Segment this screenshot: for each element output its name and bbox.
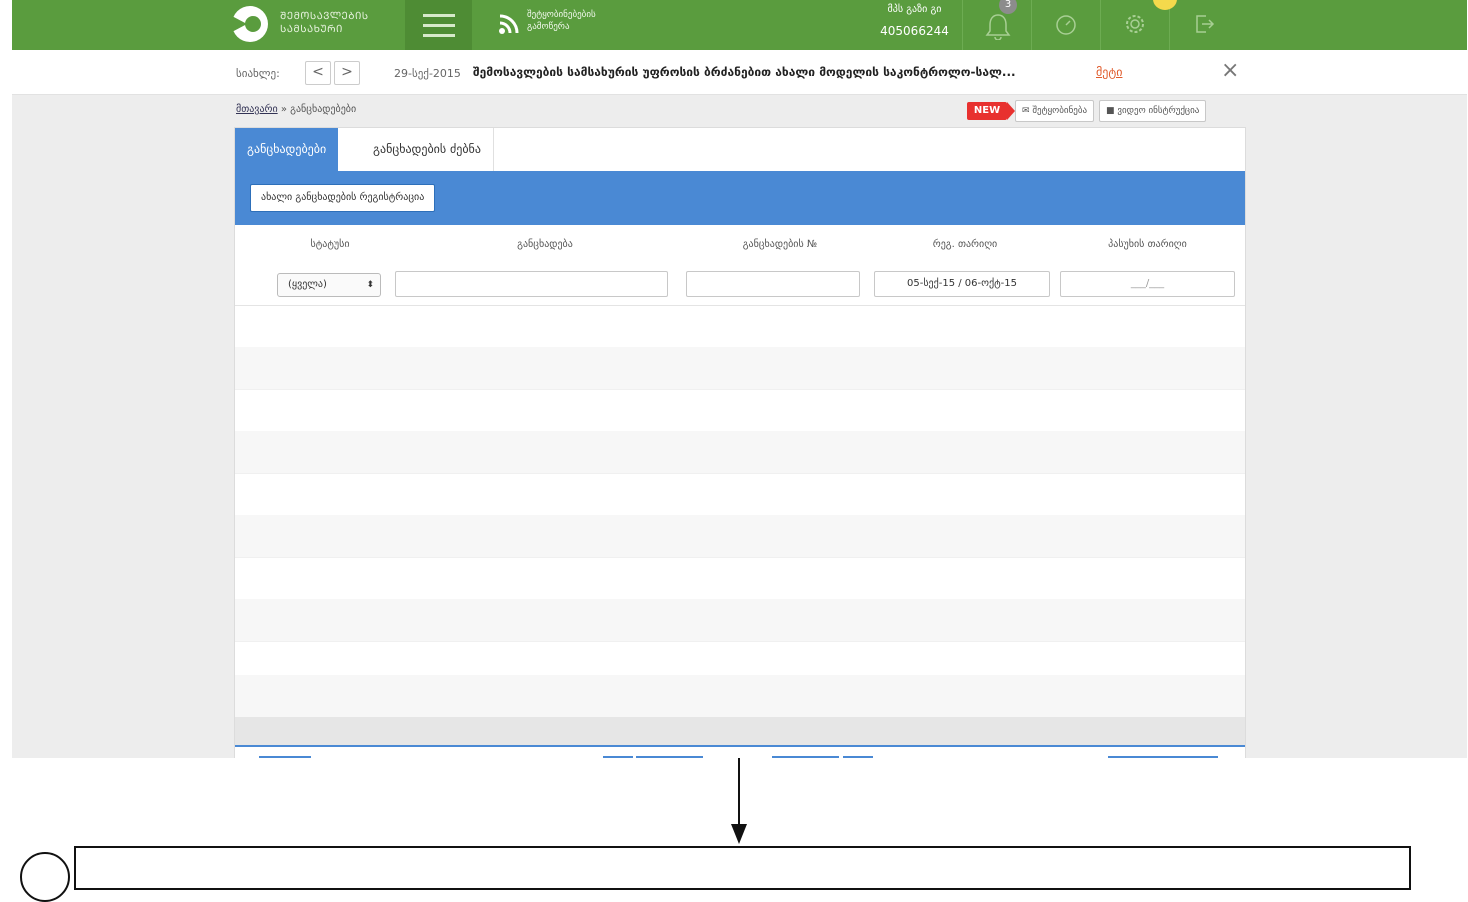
column-header-status[interactable]: სტატუსი [255, 225, 405, 265]
table-row [235, 557, 1245, 600]
pager-button[interactable] [1108, 756, 1218, 758]
tab-applications[interactable]: განცხადებები [235, 128, 339, 171]
registration-date-filter-input[interactable]: 05-სექ-15 / 06-ოქტ-15 [874, 271, 1050, 297]
table-row [235, 515, 1245, 558]
select-arrows-icon: ⬍ [366, 280, 374, 290]
user-id: 405066244 [880, 24, 949, 38]
table-header: სტატუსი განცხადება განცხადების № რეგ. თა… [235, 225, 1245, 266]
new-badge: NEW [967, 102, 1015, 120]
settings-button[interactable] [1101, 0, 1177, 50]
news-next-button[interactable]: > [334, 61, 360, 85]
news-more-link[interactable]: მეტი [1096, 65, 1122, 79]
logout-icon [1196, 15, 1215, 33]
table-row [235, 599, 1245, 642]
table-row [235, 473, 1245, 516]
hamburger-line [423, 24, 455, 27]
panel-toolbar: ახალი განცხადების რეგისტრაცია [235, 171, 1245, 225]
pager-button[interactable] [772, 756, 839, 758]
logo-icon [230, 6, 268, 42]
table-row [235, 347, 1245, 390]
pager-button[interactable] [603, 756, 633, 758]
news-prev-button[interactable]: < [305, 61, 331, 85]
logout-button[interactable] [1170, 0, 1238, 50]
rss-icon [499, 14, 519, 34]
breadcrumb: მთავარი » განცხადებები [236, 104, 356, 115]
filter-row: (ყველა) ⬍ 05-სექ-15 / 06-ოქტ-15 ___/___ [235, 265, 1245, 306]
news-ticker: სიახლე: < > 29-სექ-2015 შემოსავლების სამ… [12, 50, 1467, 95]
pager-button[interactable] [843, 756, 873, 758]
notification-count-badge: 3 [999, 0, 1017, 14]
user-info[interactable]: მპს გაზი გი 405066244 [867, 0, 963, 50]
table-footer [235, 717, 1245, 747]
breadcrumb-home-link[interactable]: მთავარი [236, 104, 278, 115]
annotation-callout-circle [20, 852, 70, 902]
new-application-register-button[interactable]: ახალი განცხადების რეგისტრაცია [250, 184, 436, 212]
table-row [235, 675, 1245, 718]
pager-button[interactable] [259, 756, 311, 758]
annotation-callout-box [74, 846, 1411, 890]
hamburger-line [423, 14, 455, 17]
news-title: შემოსავლების სამსახურის უფროსის ბრძანები… [473, 65, 1016, 79]
pager-button[interactable] [636, 756, 703, 758]
applications-panel: განცხადებები განცხადების ძებნა ახალი გან… [234, 127, 1246, 758]
rss-text-line1: შეტყობინებების [527, 10, 596, 20]
user-name: მპს გაზი გი [887, 4, 942, 15]
news-label: სიახლე: [236, 67, 280, 80]
app-window: ᲨᲔᲛᲝᲡᲐᲕᲚᲔᲑᲘᲡ ᲡᲐᲛᲡᲐᲮᲣᲠᲘ შეტყობინებების გა… [12, 0, 1467, 758]
column-header-application[interactable]: განცხადება [395, 225, 695, 265]
annotation-arrow-line [738, 758, 740, 826]
tab-bar: განცხადებები განცხადების ძებნა [235, 128, 1245, 171]
notifications-subscribe-link[interactable]: შეტყობინებების გამოწერა [497, 8, 657, 42]
status-filter-select[interactable]: (ყველა) ⬍ [277, 273, 381, 297]
bell-icon [985, 14, 1011, 40]
dashboard-button[interactable] [1032, 0, 1101, 50]
messages-button[interactable]: ✉ შეტყობინება [1015, 100, 1095, 122]
column-header-registration-date[interactable]: რეგ. თარიღი [875, 225, 1055, 265]
logo-text-line1: ᲨᲔᲛᲝᲡᲐᲕᲚᲔᲑᲘᲡ [280, 11, 369, 22]
annotation-arrow-head [731, 824, 747, 844]
hamburger-menu-button[interactable] [405, 0, 472, 50]
rss-text-line2: გამოწერა [527, 22, 570, 32]
application-number-filter-input[interactable] [686, 271, 860, 297]
speedometer-icon [1056, 15, 1076, 35]
breadcrumb-separator: » [280, 104, 287, 115]
top-navigation-bar: ᲨᲔᲛᲝᲡᲐᲕᲚᲔᲑᲘᲡ ᲡᲐᲛᲡᲐᲮᲣᲠᲘ შეტყობინებების გა… [12, 0, 1467, 50]
logo-text-line2: ᲡᲐᲛᲡᲐᲮᲣᲠᲘ [280, 24, 343, 35]
breadcrumb-current: განცხადებები [290, 104, 357, 115]
news-close-icon[interactable]: × [1221, 58, 1239, 83]
application-filter-input[interactable] [395, 271, 668, 297]
video-instructions-button[interactable]: ■ ვიდეო ინსტრუქცია [1099, 100, 1207, 122]
tab-application-search[interactable]: განცხადების ძებნა [361, 128, 494, 171]
news-date: 29-სექ-2015 [394, 67, 461, 80]
answer-date-filter-input[interactable]: ___/___ [1060, 271, 1235, 297]
rss-text: შეტყობინებების გამოწერა [527, 9, 596, 33]
column-header-application-number[interactable]: განცხადების № [685, 225, 875, 265]
table-row [235, 431, 1245, 474]
revenue-service-logo[interactable]: ᲨᲔᲛᲝᲡᲐᲕᲚᲔᲑᲘᲡ ᲡᲐᲛᲡᲐᲮᲣᲠᲘ [230, 6, 402, 44]
table-row [235, 305, 1245, 348]
notifications-bell-button[interactable]: 3 [963, 0, 1032, 50]
logo-text: ᲨᲔᲛᲝᲡᲐᲕᲚᲔᲑᲘᲡ ᲡᲐᲛᲡᲐᲮᲣᲠᲘ [280, 10, 369, 36]
table-row [235, 389, 1245, 432]
hamburger-line [423, 34, 455, 37]
gear-icon [1126, 15, 1144, 33]
status-filter-value: (ყველა) [288, 279, 327, 290]
column-header-answer-date[interactable]: პასუხის თარიღი [1060, 225, 1235, 265]
